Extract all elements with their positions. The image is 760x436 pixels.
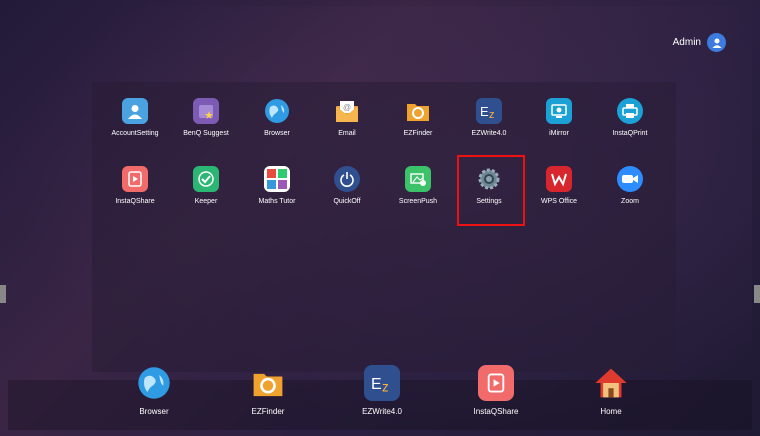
- app-label: Zoom: [621, 198, 639, 205]
- app-quickoff[interactable]: QuickOff: [307, 166, 387, 205]
- wps-icon: [546, 166, 572, 192]
- app-wps-office[interactable]: WPS Office: [519, 166, 599, 205]
- instaqprint-icon: [617, 98, 643, 124]
- ezfinder-icon: [405, 98, 431, 124]
- dock-browser[interactable]: Browser: [114, 365, 194, 416]
- keeper-icon: [193, 166, 219, 192]
- ezfinder-icon: [250, 365, 286, 401]
- user-avatar-icon: [707, 33, 726, 52]
- instaqshare-icon: [478, 365, 514, 401]
- app-benq-suggest[interactable]: BenQ Suggest: [166, 98, 246, 137]
- app-label: ScreenPush: [398, 198, 438, 205]
- app-keeper[interactable]: Keeper: [166, 166, 246, 205]
- right-edge-tab[interactable]: [754, 285, 760, 303]
- app-label: InstaQPrint: [612, 130, 648, 137]
- home-icon: [593, 365, 629, 401]
- app-ezfinder[interactable]: EZFinder: [378, 98, 458, 137]
- app-label: EZFinder: [403, 130, 433, 137]
- left-edge-tab[interactable]: [0, 285, 6, 303]
- app-label: iMirror: [549, 130, 569, 137]
- app-label: Maths Tutor: [258, 198, 296, 205]
- dock-label: EZWrite4.0: [362, 407, 402, 416]
- svg-text:E: E: [371, 376, 382, 393]
- app-label: EZWrite4.0: [471, 130, 507, 137]
- app-label: Browser: [264, 130, 290, 137]
- svg-text:z: z: [489, 109, 495, 120]
- browser-icon: [264, 98, 290, 124]
- benq-suggest-icon: [193, 98, 219, 124]
- svg-text:@: @: [343, 103, 351, 112]
- dock-instaqshare[interactable]: InstaQShare: [456, 365, 536, 416]
- browser-icon: [136, 365, 172, 401]
- ezwrite-icon: Ez: [364, 365, 400, 401]
- instaqshare-icon: [122, 166, 148, 192]
- dock-label: Browser: [139, 407, 169, 416]
- app-screenpush[interactable]: ScreenPush: [378, 166, 458, 205]
- dock-label: Home: [600, 407, 622, 416]
- selection-highlight: [457, 155, 525, 226]
- imirror-icon: [546, 98, 572, 124]
- ezwrite-icon: Ez: [476, 98, 502, 124]
- app-accountsetting[interactable]: AccountSetting: [95, 98, 175, 137]
- app-label: Keeper: [194, 198, 218, 205]
- user-menu[interactable]: Admin: [673, 33, 726, 52]
- maths-tutor-icon: [264, 166, 290, 192]
- app-imirror[interactable]: iMirror: [519, 98, 599, 137]
- dock-label: InstaQShare: [473, 407, 519, 416]
- svg-text:E: E: [480, 104, 489, 119]
- app-ezwrite[interactable]: Ez EZWrite4.0: [449, 98, 529, 137]
- app-maths-tutor[interactable]: Maths Tutor: [237, 166, 317, 205]
- app-label: WPS Office: [540, 198, 578, 205]
- app-label: AccountSetting: [111, 130, 159, 137]
- app-label: QuickOff: [333, 198, 361, 205]
- user-name: Admin: [672, 37, 701, 48]
- power-icon: [334, 166, 360, 192]
- app-browser[interactable]: Browser: [237, 98, 317, 137]
- zoom-icon: [617, 166, 643, 192]
- screenpush-icon: [405, 166, 431, 192]
- svg-text:z: z: [382, 380, 389, 394]
- app-email[interactable]: @ Email: [307, 98, 387, 137]
- dock-label: EZFinder: [251, 407, 285, 416]
- account-icon: [122, 98, 148, 124]
- dock-ezfinder[interactable]: EZFinder: [228, 365, 308, 416]
- app-label: Email: [338, 130, 356, 137]
- app-instaqshare[interactable]: InstaQShare: [95, 166, 175, 205]
- app-label: BenQ Suggest: [183, 130, 229, 137]
- app-label: InstaQShare: [115, 198, 155, 205]
- dock-ezwrite[interactable]: Ez EZWrite4.0: [342, 365, 422, 416]
- dock-home[interactable]: Home: [571, 365, 651, 416]
- app-instaqprint[interactable]: InstaQPrint: [590, 98, 670, 137]
- app-zoom[interactable]: Zoom: [590, 166, 670, 205]
- email-icon: @: [334, 98, 360, 124]
